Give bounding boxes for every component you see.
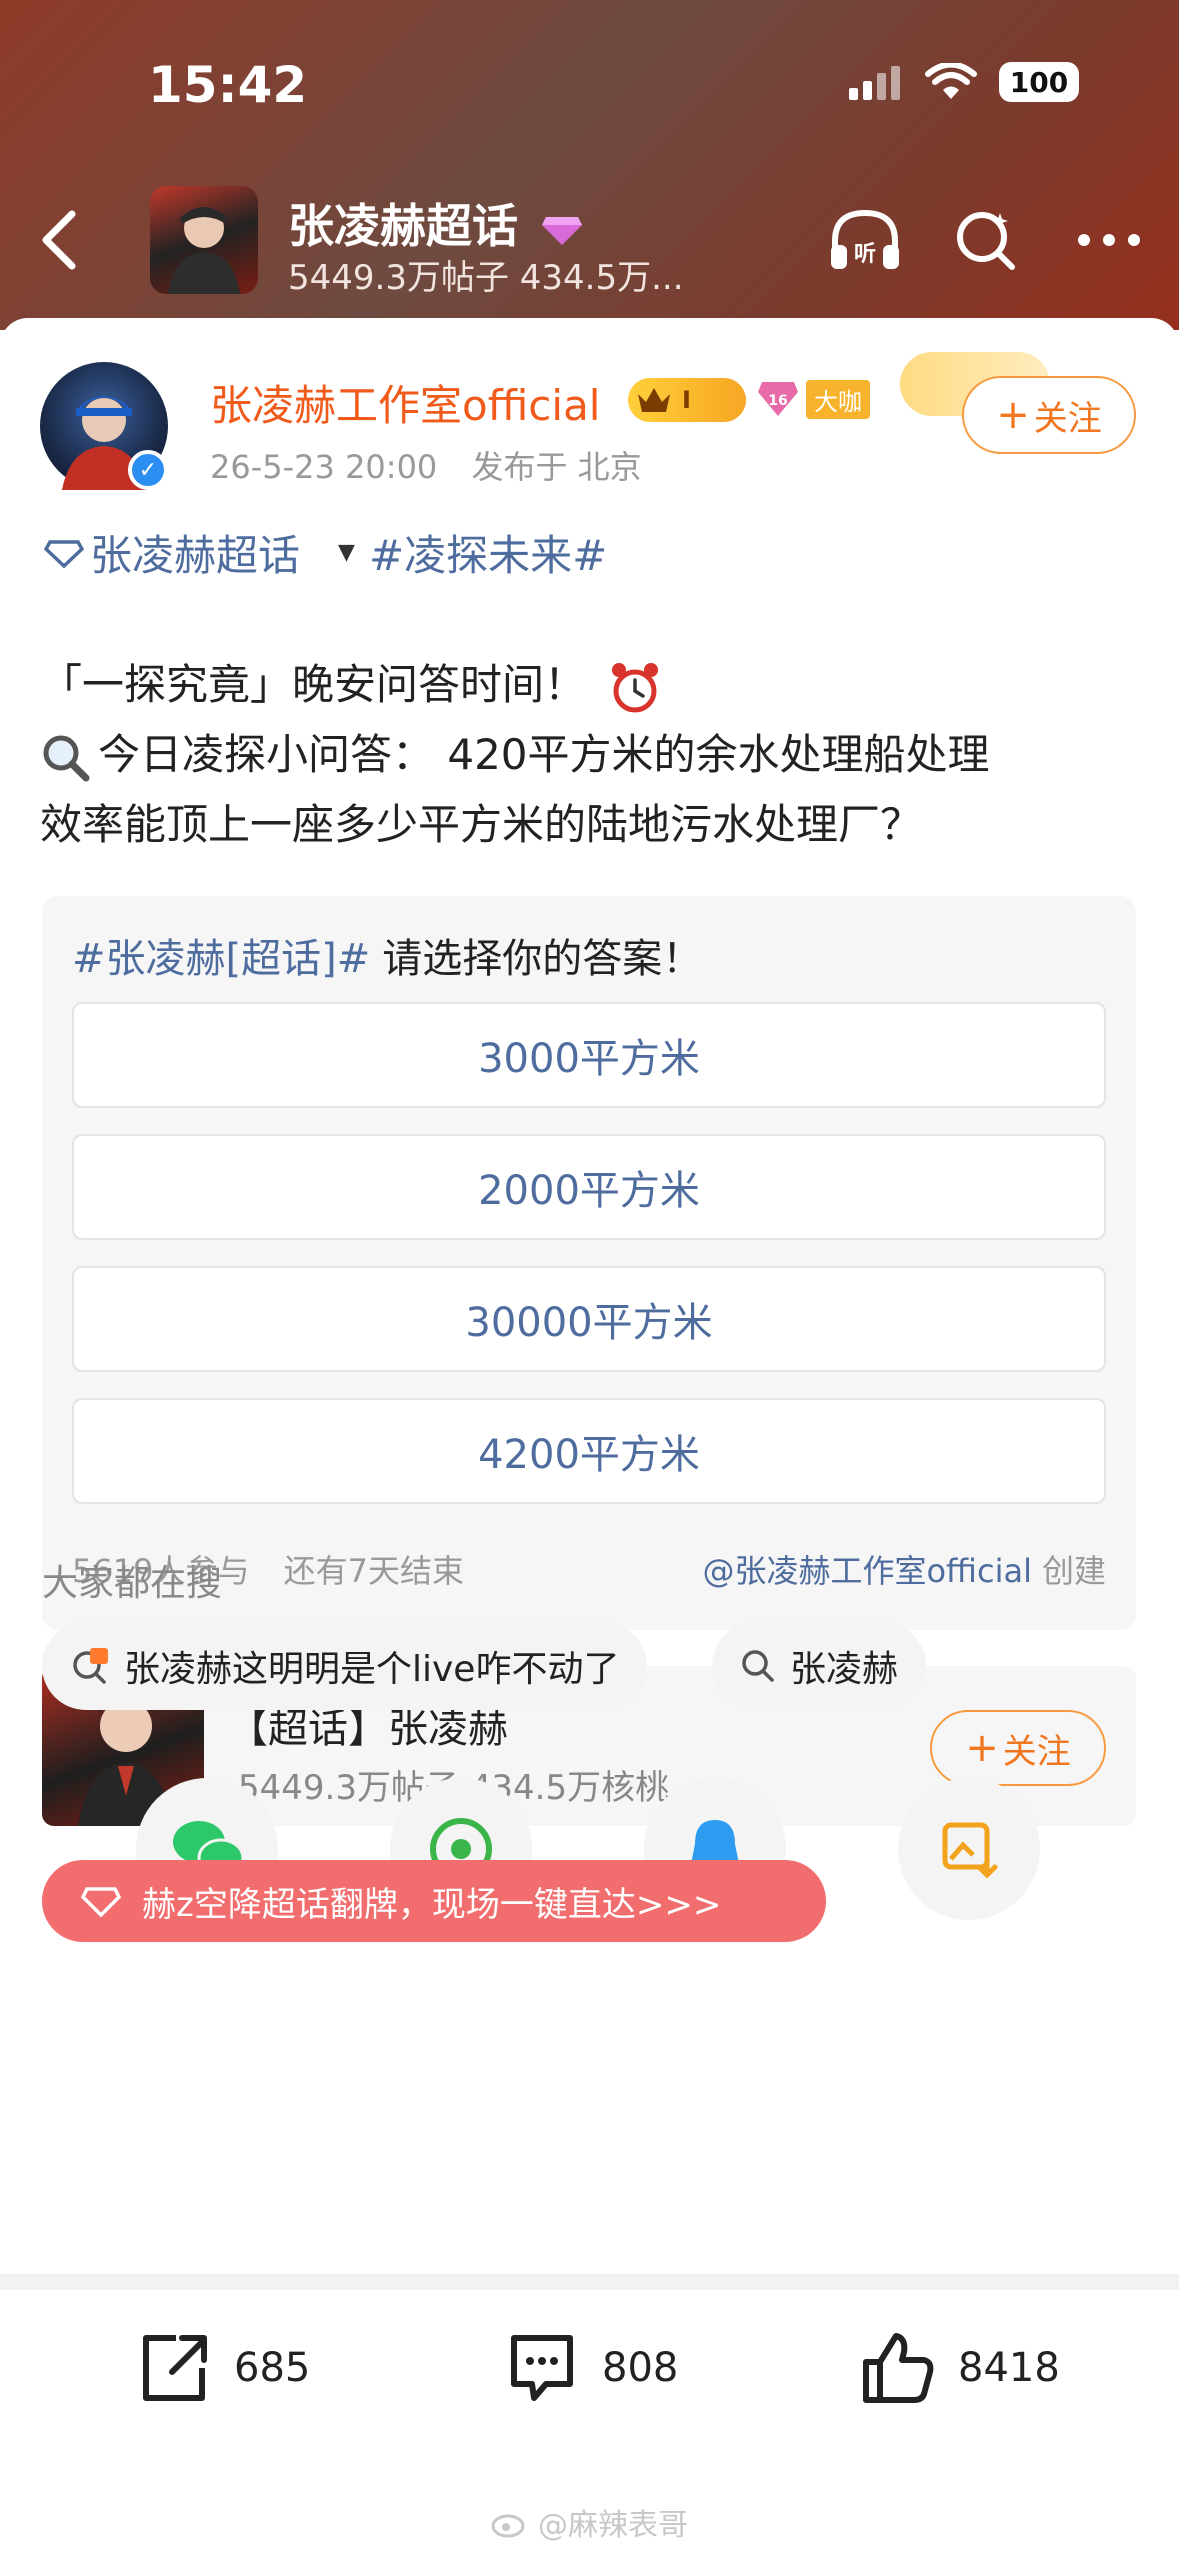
post-line-1: 「一探究竟」晚安问答时间！: [40, 650, 1150, 720]
search-icon: [957, 212, 1015, 270]
bottom-separator: [0, 2274, 1179, 2290]
post-card: ✓ 张凌赫工作室official I 16 大咖 26-5-23 20:00 发…: [0, 318, 1179, 2278]
hashtag-link[interactable]: #凌探未来#: [369, 522, 607, 583]
poll-creator[interactable]: @张凌赫工作室official: [702, 1552, 1032, 1590]
poll: #张凌赫[超话]# 请选择你的答案！ 3000平方米 2000平方米 30000平…: [42, 896, 1136, 1630]
poll-footer: 5619人参与 还有7天结束 @张凌赫工作室official 创建: [72, 1546, 1106, 1592]
svg-text:听: 听: [854, 242, 876, 267]
status-icons: 100: [847, 62, 1079, 102]
poll-option[interactable]: 2000平方米: [72, 1134, 1106, 1240]
post-date: 26-5-23 20:00: [210, 448, 438, 486]
share-count: 685: [234, 2345, 311, 2391]
avatar-portrait: [168, 207, 240, 294]
post-location: 发布于 北京: [471, 448, 642, 486]
diamond-icon: [542, 216, 583, 245]
poll-option[interactable]: 4200平方米: [72, 1398, 1106, 1504]
share-icon: [143, 2335, 207, 2401]
post-line-2: 今日凌探小问答： 420平方米的余水处理船处理: [40, 720, 1150, 790]
member-level-badge: I: [628, 378, 746, 422]
magnifier-icon: [43, 735, 90, 781]
diamond-outline-icon: [80, 1887, 122, 1917]
comment-action[interactable]: 808: [502, 2328, 678, 2408]
follow-button[interactable]: + 关注: [962, 376, 1136, 454]
header-actions: 听: [825, 200, 1149, 280]
author-name[interactable]: 张凌赫工作室official: [210, 372, 600, 433]
post-meta: 26-5-23 20:00 发布于 北京: [210, 442, 642, 488]
hot-search-icon: [73, 1648, 108, 1684]
header: 15:42 100 张凌赫超话 5449.3万帖子 434.5万... 听: [0, 0, 1179, 330]
comment-icon: [511, 2335, 573, 2401]
like-action[interactable]: 8418: [858, 2328, 1060, 2408]
like-count: 8418: [958, 2345, 1060, 2391]
crown-icon: [638, 388, 670, 412]
trending-search-chip[interactable]: 张凌赫这明明是个live咋不动了: [42, 1622, 648, 1710]
more-icon: [1078, 234, 1140, 246]
trending-search-chip[interactable]: 张凌赫: [712, 1622, 927, 1710]
battery-indicator: 100: [999, 62, 1079, 102]
back-button[interactable]: [30, 200, 90, 280]
poll-question: 请选择你的答案！: [382, 936, 703, 982]
super-topic-follow-button[interactable]: + 关注: [930, 1710, 1106, 1786]
poll-remaining: 还有7天结束: [283, 1552, 464, 1590]
topic-title: 张凌赫超话: [288, 190, 584, 256]
caret-down-icon: ▼: [338, 540, 355, 565]
post-line-3: 效率能顶上一座多少平方米的陆地污水处理厂？: [40, 800, 923, 849]
watermark: @麻辣表哥: [490, 2500, 688, 2544]
save-image-button[interactable]: [898, 1778, 1040, 1920]
poll-option[interactable]: 30000平方米: [72, 1266, 1106, 1372]
plus-icon: +: [965, 1725, 999, 1771]
trending-search-heading: 大家都在搜: [42, 1563, 223, 1604]
poll-header: #张凌赫[超话]# 请选择你的答案！: [72, 926, 702, 984]
wifi-icon: [925, 63, 977, 99]
poll-option[interactable]: 3000平方米: [72, 1002, 1106, 1108]
search-button[interactable]: [947, 200, 1027, 280]
listen-button[interactable]: 听: [825, 200, 905, 280]
chevron-left-icon: [42, 210, 76, 270]
gem-level-badge: 16: [756, 378, 800, 422]
share-action[interactable]: 685: [134, 2328, 310, 2408]
save-image-icon: [942, 1822, 998, 1879]
dk-badge: 大咖: [806, 380, 870, 419]
comment-count: 808: [602, 2345, 679, 2391]
gem-icon: 16: [758, 382, 798, 416]
more-button[interactable]: [1069, 200, 1149, 280]
weibo-logo-icon: [491, 2514, 525, 2538]
post-body: 「一探究竟」晚安问答时间！ 今日凌探小问答： 420平方米的余水处理船处理 效率…: [40, 650, 1150, 860]
topic-links: 张凌赫超话 ▼ #凌探未来#: [44, 522, 607, 583]
alarm-clock-icon: [612, 662, 659, 712]
search-icon: [742, 1650, 774, 1682]
poll-created-label: 创建: [1041, 1552, 1106, 1590]
thumbs-up-icon: [863, 2333, 934, 2403]
plus-icon: +: [996, 392, 1030, 438]
gem-level-text: 16: [768, 393, 787, 409]
headphones-icon: 听: [831, 209, 899, 269]
signal-icon: [849, 66, 900, 100]
topic-avatar[interactable]: [150, 186, 258, 294]
super-topic-link[interactable]: 张凌赫超话: [90, 522, 300, 583]
promo-toast[interactable]: 赫z空降超话翻牌，现场一键直达>>>: [42, 1860, 826, 1942]
status-time: 15:42: [148, 56, 308, 114]
diamond-outline-icon: [44, 539, 84, 568]
poll-topic-tag[interactable]: #张凌赫[超话]#: [72, 936, 370, 982]
topic-stats: 5449.3万帖子 434.5万...: [288, 258, 684, 298]
verified-badge-icon: ✓: [128, 450, 168, 490]
